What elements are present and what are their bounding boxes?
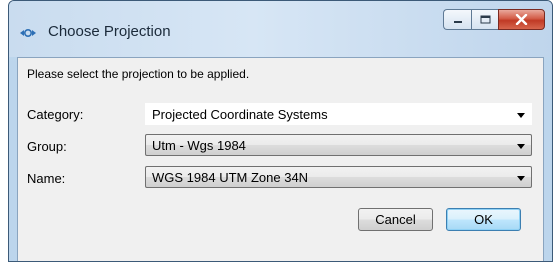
- caption-buttons: [443, 9, 545, 30]
- chevron-down-icon: [517, 176, 525, 181]
- close-icon: [515, 14, 528, 25]
- maximize-icon: [480, 15, 490, 24]
- window-title: Choose Projection: [48, 23, 171, 40]
- projection-icon: [20, 28, 36, 38]
- minimize-icon: [453, 20, 462, 23]
- ok-button[interactable]: OK: [446, 208, 521, 231]
- maximize-button[interactable]: [471, 9, 498, 30]
- cancel-button[interactable]: Cancel: [358, 208, 433, 231]
- category-dropdown[interactable]: Projected Coordinate Systems: [145, 103, 532, 125]
- group-dropdown[interactable]: Utm - Wgs 1984: [145, 134, 532, 156]
- name-value: WGS 1984 UTM Zone 34N: [152, 170, 309, 185]
- name-label: Name:: [27, 171, 66, 186]
- category-label: Category:: [27, 107, 84, 122]
- instruction-text: Please select the projection to be appli…: [27, 67, 250, 81]
- chevron-down-icon: [517, 113, 525, 118]
- minimize-button[interactable]: [443, 9, 471, 30]
- group-value: Utm - Wgs 1984: [152, 138, 246, 153]
- name-dropdown[interactable]: WGS 1984 UTM Zone 34N: [145, 166, 532, 188]
- chevron-down-icon: [517, 144, 525, 149]
- close-button[interactable]: [498, 9, 545, 30]
- group-label: Group:: [27, 139, 67, 154]
- title-bar[interactable]: Choose Projection: [9, 1, 552, 57]
- category-value: Projected Coordinate Systems: [152, 107, 328, 122]
